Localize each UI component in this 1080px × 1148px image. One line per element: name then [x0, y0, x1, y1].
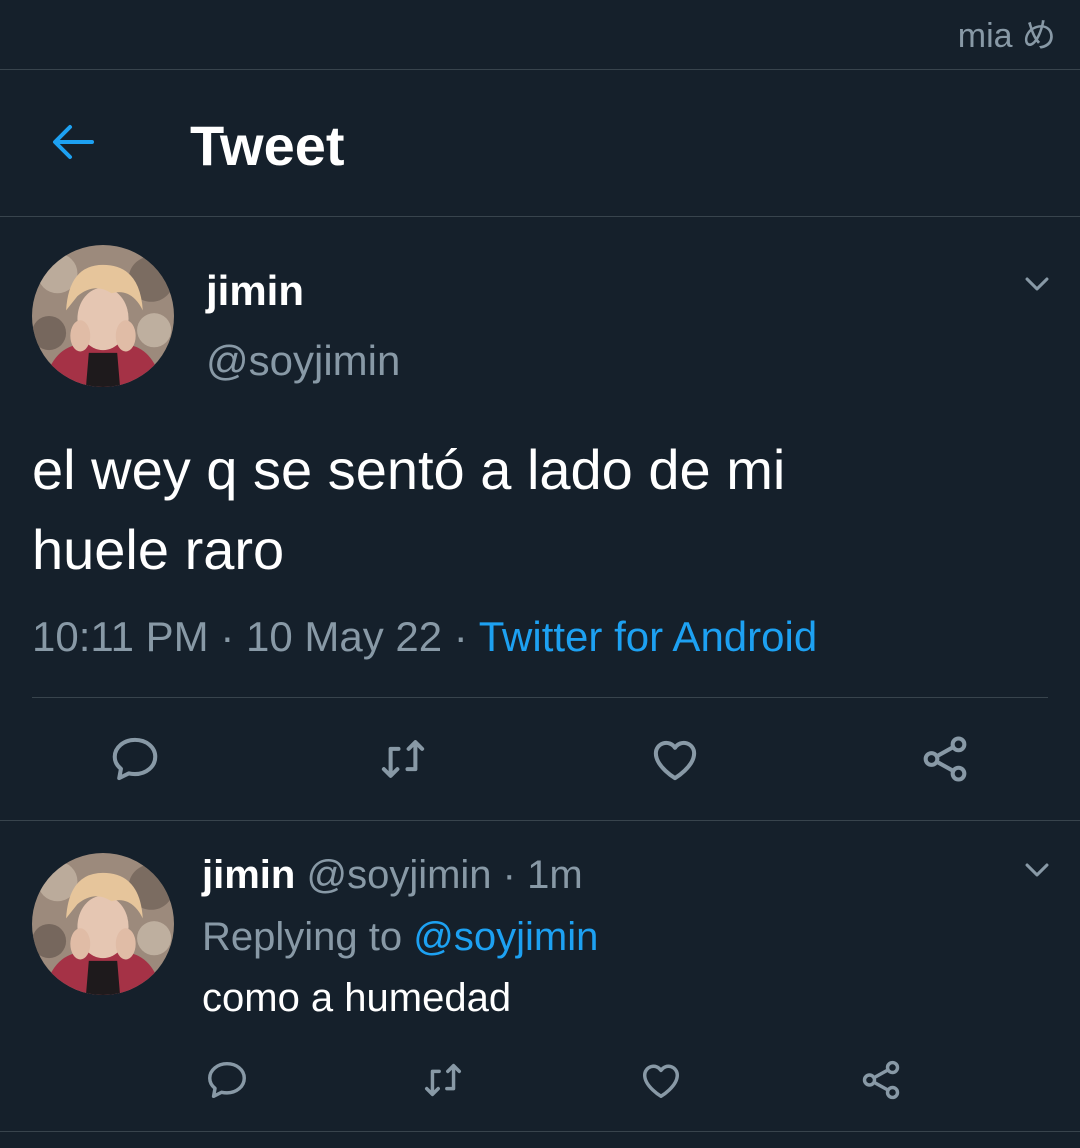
share-button[interactable] [910, 728, 980, 790]
reply-retweet-button[interactable] [414, 1052, 472, 1108]
reply-menu-button[interactable] [1012, 852, 1062, 892]
reply-icon [204, 1057, 250, 1103]
replying-to-handle-link[interactable]: @soyjimin [413, 915, 598, 959]
top-divider [0, 69, 1080, 70]
replying-prefix: Replying to [202, 915, 403, 959]
reply-avatar[interactable] [32, 853, 174, 995]
arrow-left-icon [50, 122, 96, 167]
like-icon [648, 732, 702, 786]
tweet-menu-button[interactable] [1012, 266, 1062, 306]
tweet-divider [0, 820, 1080, 821]
retweet-icon [376, 732, 430, 786]
tweet-text-line: el wey q se sentó a lado de mi [32, 438, 786, 501]
meta-separator: · [453, 613, 468, 660]
reply-author-handle[interactable]: @soyjimin [306, 853, 491, 897]
chevron-down-icon [1020, 267, 1054, 306]
like-button[interactable] [640, 728, 710, 790]
reply-header: jimin @soyjimin · 1m [202, 850, 583, 900]
tweet-text: el wey q se sentó a lado de mi huele rar… [32, 430, 1042, 590]
retweet-button[interactable] [368, 728, 438, 790]
tweet-date: 10 May 22 [246, 613, 443, 660]
tweet-meta: 10:11 PM · 10 May 22 · Twitter for Andro… [32, 612, 817, 662]
reply-like-button[interactable] [632, 1052, 690, 1108]
replying-to: Replying to @soyjimin [202, 912, 598, 962]
reply-share-button[interactable] [852, 1052, 910, 1108]
page-title: Tweet [190, 114, 345, 177]
share-icon [918, 732, 972, 786]
tweet-source-link[interactable]: Twitter for Android [479, 613, 817, 660]
reply-reply-button[interactable] [198, 1052, 256, 1108]
like-icon [638, 1057, 684, 1103]
reply-age: 1m [527, 853, 583, 897]
reply-author-name[interactable]: jimin [202, 853, 295, 897]
meta-separator: · [502, 853, 516, 897]
avatar[interactable] [32, 245, 174, 387]
watermark-text: mia め [957, 17, 1056, 55]
author-name[interactable]: jimin [206, 266, 304, 316]
retweet-icon [420, 1057, 466, 1103]
tweet-time: 10:11 PM [32, 613, 209, 660]
author-handle[interactable]: @soyjimin [206, 336, 400, 386]
reply-icon [108, 732, 162, 786]
reply-button[interactable] [100, 728, 170, 790]
header-divider [0, 216, 1080, 217]
reply-text: como a humedad [202, 976, 512, 1020]
meta-divider [32, 697, 1048, 698]
meta-separator: · [220, 613, 235, 660]
share-icon [858, 1057, 904, 1103]
tweet-text-line: huele raro [32, 518, 285, 581]
back-button[interactable] [42, 113, 104, 175]
reply-divider [0, 1131, 1080, 1132]
chevron-down-icon [1020, 853, 1054, 892]
